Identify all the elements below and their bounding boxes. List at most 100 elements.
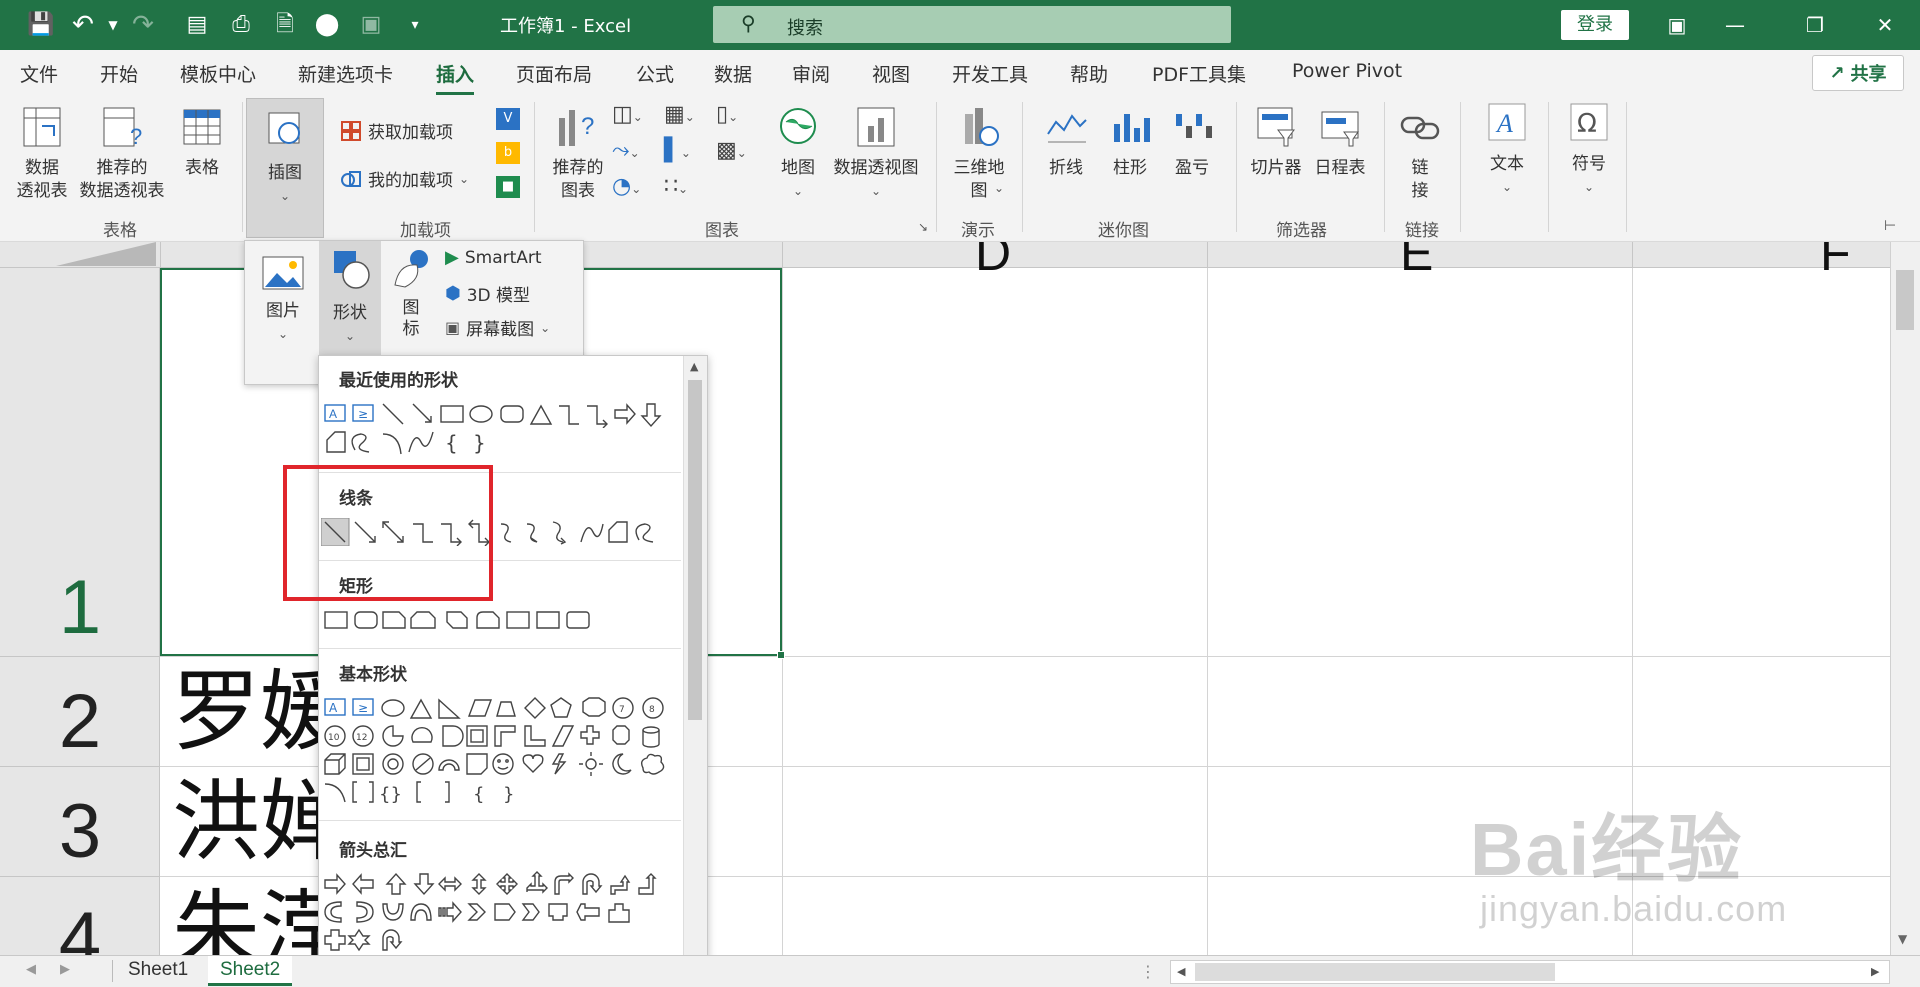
text-button[interactable]: A 文本 ⌄ — [1474, 100, 1540, 199]
waterfall-chart-icon[interactable]: ▯⌄ — [716, 102, 738, 127]
arrow-shapes-row[interactable] — [321, 898, 681, 926]
customize-toolbar-icon[interactable]: ▾ — [398, 8, 432, 42]
tab-pdf-tools[interactable]: PDF工具集 — [1152, 60, 1246, 87]
scroll-thumb[interactable] — [1195, 963, 1555, 981]
camera-icon[interactable]: ▣ — [354, 8, 388, 42]
shapes-button[interactable]: 形状 ⌄ — [319, 241, 381, 361]
get-addins-button[interactable]: 获取加载项 — [340, 118, 453, 143]
row-number[interactable]: 2 — [0, 678, 160, 765]
column-chart-icon[interactable]: ◫⌄ — [612, 102, 643, 127]
redo-icon[interactable]: ↷ — [126, 8, 160, 42]
search-input[interactable]: 搜索 — [787, 14, 823, 40]
3d-model-button[interactable]: ⬢ 3D 模型 — [445, 281, 530, 306]
sparkline-winloss-button[interactable]: 盈亏 — [1162, 104, 1222, 180]
save-icon[interactable]: 💾 — [24, 8, 58, 42]
pdf-export-icon[interactable]: 🗎 — [268, 8, 302, 42]
recent-shapes-row[interactable]: A ≥ — [321, 400, 681, 428]
basic-shapes-row[interactable]: 10 12 — [321, 722, 681, 750]
pie-chart-icon[interactable]: ◔⌄ — [612, 174, 641, 199]
basic-shapes-row[interactable]: A ≥ 7 8 — [321, 694, 681, 722]
puzzle-icon — [341, 170, 361, 187]
arrow-shapes-row[interactable] — [321, 870, 681, 898]
tab-developer[interactable]: 开发工具 — [952, 60, 1028, 87]
bing-icon[interactable]: b — [496, 142, 520, 164]
scatter-chart-icon[interactable]: ∷⌄ — [664, 174, 688, 199]
pivot-chart-button[interactable]: 数据透视图 ⌄ — [826, 104, 926, 203]
scroll-thumb[interactable] — [1896, 270, 1914, 330]
tab-power-pivot[interactable]: Power Pivot — [1292, 60, 1402, 82]
illustrations-button[interactable]: 插图 ⌄ — [246, 98, 324, 238]
login-button[interactable]: 登录 — [1561, 10, 1629, 40]
dialog-launcher-icon[interactable]: ↘ — [918, 220, 928, 234]
my-addins-button[interactable]: 我的加载项 ⌄ — [340, 166, 469, 191]
basic-shapes-row[interactable] — [321, 750, 681, 778]
circle-icon[interactable]: ⬤ — [310, 8, 344, 42]
tab-file[interactable]: 文件 — [20, 60, 58, 87]
horizontal-scrollbar[interactable]: ◀ ▶ — [1170, 960, 1890, 984]
scroll-right-icon[interactable]: ▶ — [1871, 965, 1879, 978]
timeline-button[interactable]: 日程表 — [1308, 104, 1372, 180]
screenshot-button[interactable]: ▣ 屏幕截图 ⌄ — [445, 315, 550, 340]
sparkline-column-button[interactable]: 柱形 — [1100, 104, 1160, 180]
svg-text:{: { — [473, 784, 484, 805]
basic-shapes-row[interactable]: {} { } — [321, 778, 681, 806]
people-graph-icon[interactable]: ■ — [496, 176, 520, 198]
sparkline-line-button[interactable]: 折线 — [1036, 104, 1096, 180]
pin-ribbon-icon[interactable]: ⊢ — [1884, 218, 1896, 234]
symbols-button[interactable]: Ω 符号 ⌄ — [1556, 100, 1622, 199]
tab-templates[interactable]: 模板中心 — [180, 60, 256, 87]
ribbon-display-icon[interactable]: ▣ — [1652, 6, 1702, 44]
tab-new[interactable]: 新建选项卡 — [298, 60, 393, 87]
line-chart-icon[interactable]: ⤳⌄ — [612, 138, 640, 163]
tab-view[interactable]: 视图 — [872, 60, 910, 87]
tab-home[interactable]: 开始 — [100, 60, 138, 87]
gallery-scrollbar[interactable]: ▲ ▼ — [683, 356, 707, 987]
share-button[interactable]: ↗ 共享 — [1812, 55, 1904, 91]
link-button[interactable]: 链 接 — [1394, 104, 1446, 203]
pivot-table-button[interactable]: 数据 透视表 — [12, 104, 72, 203]
tab-review[interactable]: 审阅 — [792, 60, 830, 87]
table-button[interactable]: 表格 — [176, 104, 228, 180]
recommended-charts-button[interactable]: ? 推荐的 图表 — [546, 104, 610, 203]
next-sheet-icon[interactable]: ▶ — [60, 962, 70, 977]
visio-icon[interactable]: V — [496, 108, 520, 130]
undo-dropdown-icon[interactable]: ▼ — [96, 8, 130, 42]
smartart-button[interactable]: ▶ SmartArt — [445, 247, 542, 268]
form-icon[interactable]: ▤ — [180, 8, 214, 42]
svg-text:}: } — [473, 431, 486, 455]
undo-icon[interactable]: ↶ — [66, 8, 100, 42]
row-number[interactable]: 1 — [0, 564, 160, 651]
row-number[interactable]: 3 — [0, 788, 160, 875]
select-all-corner[interactable] — [56, 242, 156, 266]
sheet-tab-1[interactable]: Sheet1 — [116, 956, 200, 986]
search-box[interactable]: ⚲ 搜索 — [713, 6, 1231, 43]
more-options-icon[interactable]: ⋮ — [1140, 962, 1156, 981]
tab-insert[interactable]: 插入 — [436, 60, 475, 95]
close-icon[interactable]: ✕ — [1860, 6, 1910, 44]
print-preview-icon[interactable]: ⎙ — [224, 8, 258, 42]
picture-button[interactable]: 图片 ⌄ — [255, 253, 311, 346]
prev-sheet-icon[interactable]: ◀ — [26, 962, 36, 977]
tab-data[interactable]: 数据 — [714, 60, 752, 87]
arrow-shapes-row[interactable] — [321, 926, 681, 954]
scroll-up-icon[interactable]: ▲ — [690, 360, 698, 373]
statistic-chart-icon[interactable]: ▌⌄ — [664, 138, 691, 163]
tab-formulas[interactable]: 公式 — [636, 60, 674, 87]
tab-page-layout[interactable]: 页面布局 — [516, 60, 592, 87]
slicer-button[interactable]: 切片器 — [1244, 104, 1308, 180]
chevron-down-icon: ⌄ — [1583, 180, 1595, 194]
icons-button[interactable]: 图 标 — [387, 245, 435, 340]
scroll-thumb[interactable] — [688, 380, 702, 720]
sheet-tab-2[interactable]: Sheet2 — [208, 956, 293, 986]
minimize-icon[interactable]: — — [1710, 6, 1760, 44]
tab-help[interactable]: 帮助 — [1070, 60, 1108, 87]
hierarchy-chart-icon[interactable]: ▦⌄ — [664, 102, 695, 127]
map-chart-button[interactable]: 地图 ⌄ — [770, 104, 826, 203]
restore-icon[interactable]: ❐ — [1790, 6, 1840, 44]
combo-chart-icon[interactable]: ▩⌄ — [716, 138, 747, 163]
fill-handle[interactable] — [777, 651, 785, 659]
recent-shapes-row[interactable]: { } — [321, 428, 681, 456]
recommended-pivot-button[interactable]: ? 推荐的 数据透视表 — [76, 104, 168, 203]
rectangle-shapes-row[interactable] — [321, 606, 681, 634]
scroll-left-icon[interactable]: ◀ — [1177, 965, 1185, 978]
